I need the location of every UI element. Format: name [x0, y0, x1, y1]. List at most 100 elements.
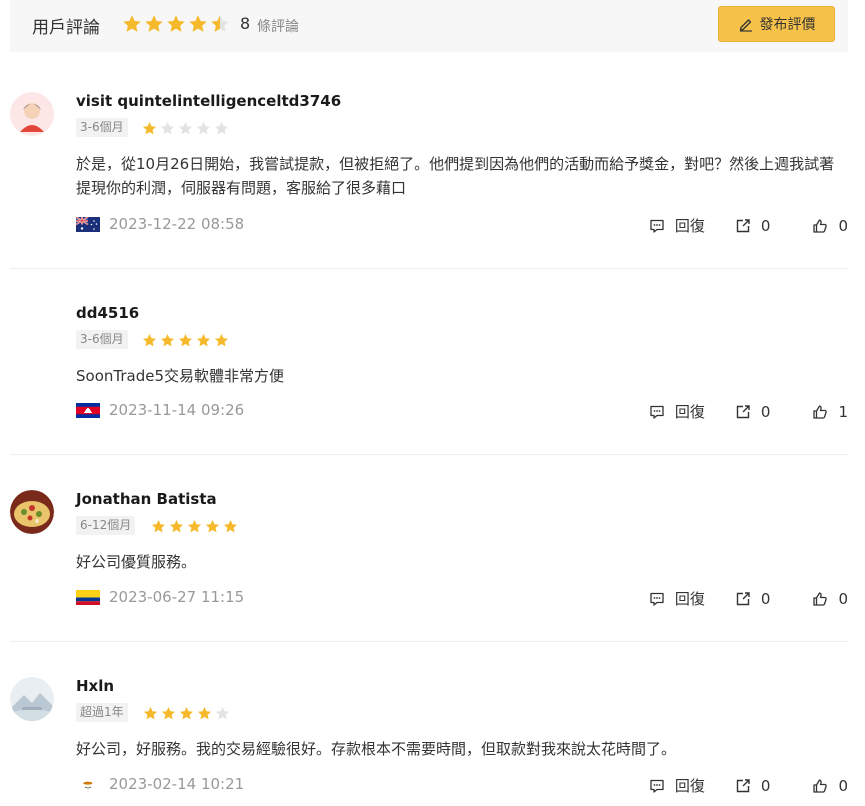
cambodia-flag-icon — [76, 403, 100, 418]
review-username[interactable]: dd4516 — [76, 304, 139, 322]
star-icon — [123, 15, 141, 32]
share-count: 0 — [760, 402, 771, 421]
review-content: 好公司優質服務。 — [76, 553, 197, 571]
usage-period-badge: 超過1年 — [76, 703, 128, 722]
share-button[interactable]: 0 — [735, 216, 771, 235]
post-review-label: 發布評價 — [759, 17, 816, 33]
reply-label: 回復 — [674, 217, 705, 235]
review-username[interactable]: Jonathan Batista — [76, 490, 217, 508]
review-count: 8 — [240, 14, 251, 33]
like-button[interactable]: 0 — [812, 217, 848, 235]
review-content: SoonTrade5交易軟體非常方便 — [76, 367, 284, 385]
colombia-flag-icon — [76, 590, 100, 605]
star-icon — [187, 519, 202, 533]
comment-icon — [650, 405, 664, 419]
share-button[interactable]: 0 — [735, 776, 771, 795]
share-icon — [736, 218, 750, 232]
like-button[interactable]: 0 — [812, 777, 848, 795]
user-avatar — [10, 92, 54, 136]
review-rating-stars — [142, 333, 229, 348]
reply-label: 回復 — [674, 777, 705, 795]
star-icon — [205, 519, 220, 533]
share-button[interactable]: 0 — [735, 589, 771, 608]
comment-icon — [650, 219, 664, 233]
review-divider — [10, 454, 848, 455]
review-rating-stars — [151, 519, 238, 534]
reviews-header: 用戶評論 8 條評論 發布評價 — [10, 0, 848, 52]
review-username[interactable]: Hxln — [76, 677, 114, 695]
user-avatar — [10, 677, 54, 721]
thumbs-up-icon — [813, 778, 828, 793]
reviews-title: 用戶評論 — [32, 18, 100, 38]
star-icon — [142, 333, 157, 347]
like-count: 0 — [838, 216, 848, 235]
star-icon — [211, 15, 229, 32]
review-date: 2023-12-22 08:58 — [109, 215, 245, 233]
reply-label: 回復 — [674, 590, 705, 608]
overall-rating-stars — [122, 14, 230, 34]
review-actions: 回復 0 1 — [649, 401, 848, 422]
reply-button[interactable]: 回復 — [649, 775, 705, 796]
review-meta: 2023-12-22 08:58 回復 0 0 — [76, 215, 848, 235]
star-icon — [196, 333, 211, 347]
reply-button[interactable]: 回復 — [649, 215, 705, 236]
star-icon — [214, 333, 229, 347]
like-button[interactable]: 1 — [812, 403, 848, 421]
share-button[interactable]: 0 — [735, 402, 771, 421]
australia-flag-icon — [76, 217, 100, 232]
review-date: 2023-11-14 09:26 — [109, 401, 245, 419]
star-icon — [160, 333, 175, 347]
star-icon — [196, 121, 211, 135]
reply-label: 回復 — [674, 403, 705, 421]
usage-period-badge: 6-12個月 — [76, 516, 136, 535]
star-icon — [151, 519, 166, 533]
user-avatar — [10, 490, 54, 534]
thumbs-up-icon — [813, 404, 828, 419]
review-username[interactable]: visit quintelintelligenceltd3746 — [76, 92, 341, 110]
like-button[interactable]: 0 — [812, 590, 848, 608]
review-rating-stars — [142, 121, 229, 136]
star-icon — [223, 519, 238, 533]
review-date: 2023-02-14 10:21 — [109, 775, 245, 793]
star-icon — [145, 15, 163, 32]
star-icon — [160, 121, 175, 135]
star-icon — [161, 706, 176, 720]
review-date: 2023-06-27 11:15 — [109, 588, 245, 606]
share-icon — [736, 778, 750, 792]
star-icon — [215, 706, 230, 720]
review-rating-stars — [143, 706, 230, 721]
edit-pen-icon — [739, 19, 752, 32]
reply-button[interactable]: 回復 — [649, 588, 705, 609]
star-icon — [142, 121, 157, 135]
share-count: 0 — [760, 216, 771, 235]
reply-button[interactable]: 回復 — [649, 401, 705, 422]
usage-period-badge: 3-6個月 — [76, 330, 128, 349]
star-icon — [178, 333, 193, 347]
post-review-button[interactable]: 發布評價 — [718, 6, 835, 42]
star-icon — [143, 706, 158, 720]
review-divider — [10, 268, 848, 269]
star-icon — [197, 706, 212, 720]
comment-icon — [650, 592, 664, 606]
cyprus-flag-icon — [76, 777, 100, 792]
share-icon — [736, 591, 750, 605]
review-count-label: 條評論 — [257, 19, 299, 35]
star-icon — [179, 706, 194, 720]
review-actions: 回復 0 0 — [649, 775, 848, 796]
review-content: 於是，從10月26日開始，我嘗試提款，但被拒絕了。他們提到因為他們的活動而給予獎… — [76, 155, 835, 197]
star-icon — [169, 519, 184, 533]
like-count: 0 — [838, 589, 848, 608]
comment-icon — [650, 779, 664, 793]
star-icon — [214, 121, 229, 135]
review-actions: 回復 0 0 — [649, 215, 848, 236]
review-content: 好公司，好服務。我的交易經驗很好。存款根本不需要時間，但取款對我來說太花時間了。 — [76, 740, 677, 758]
like-count: 1 — [838, 402, 848, 421]
share-count: 0 — [760, 589, 771, 608]
share-icon — [736, 404, 750, 418]
star-icon — [189, 15, 207, 32]
share-count: 0 — [760, 776, 771, 795]
thumbs-up-icon — [813, 218, 828, 233]
review-meta: 2023-11-14 09:26 回復 0 1 — [76, 401, 848, 421]
star-icon — [167, 15, 185, 32]
like-count: 0 — [838, 776, 848, 795]
